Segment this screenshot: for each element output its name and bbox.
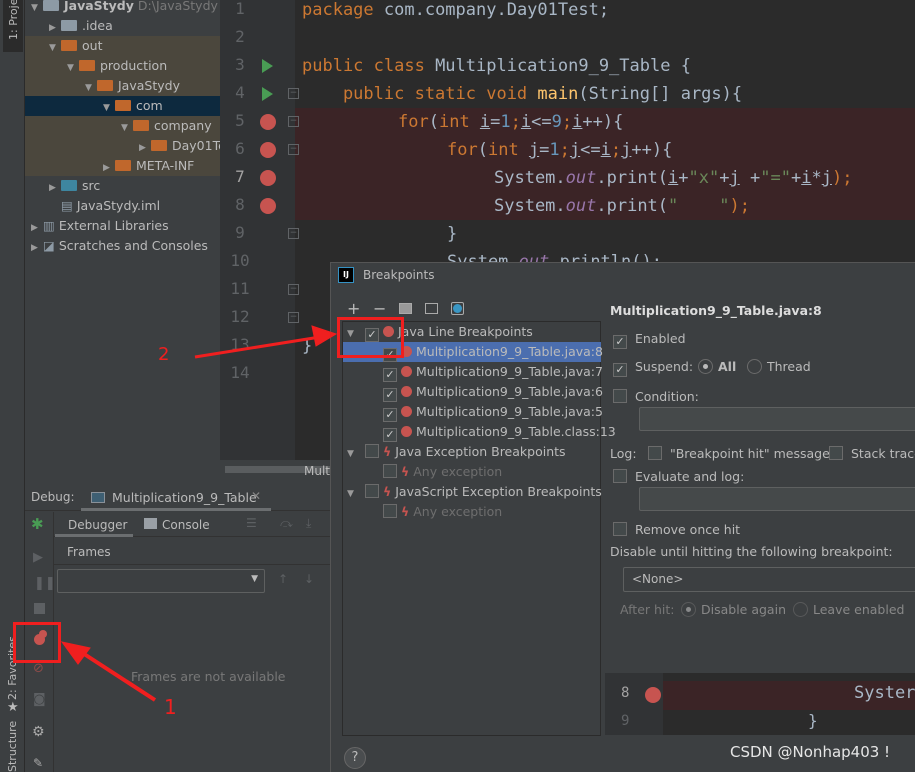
arrow-2-line <box>194 335 321 359</box>
arrow-2-head <box>311 325 338 347</box>
arrow-1-head <box>60 641 91 665</box>
annotation-label-1: 1 <box>164 695 177 719</box>
annotation-arrows <box>60 325 338 702</box>
arrow-1-line <box>76 648 157 702</box>
annotation-label-2: 2 <box>158 344 170 365</box>
